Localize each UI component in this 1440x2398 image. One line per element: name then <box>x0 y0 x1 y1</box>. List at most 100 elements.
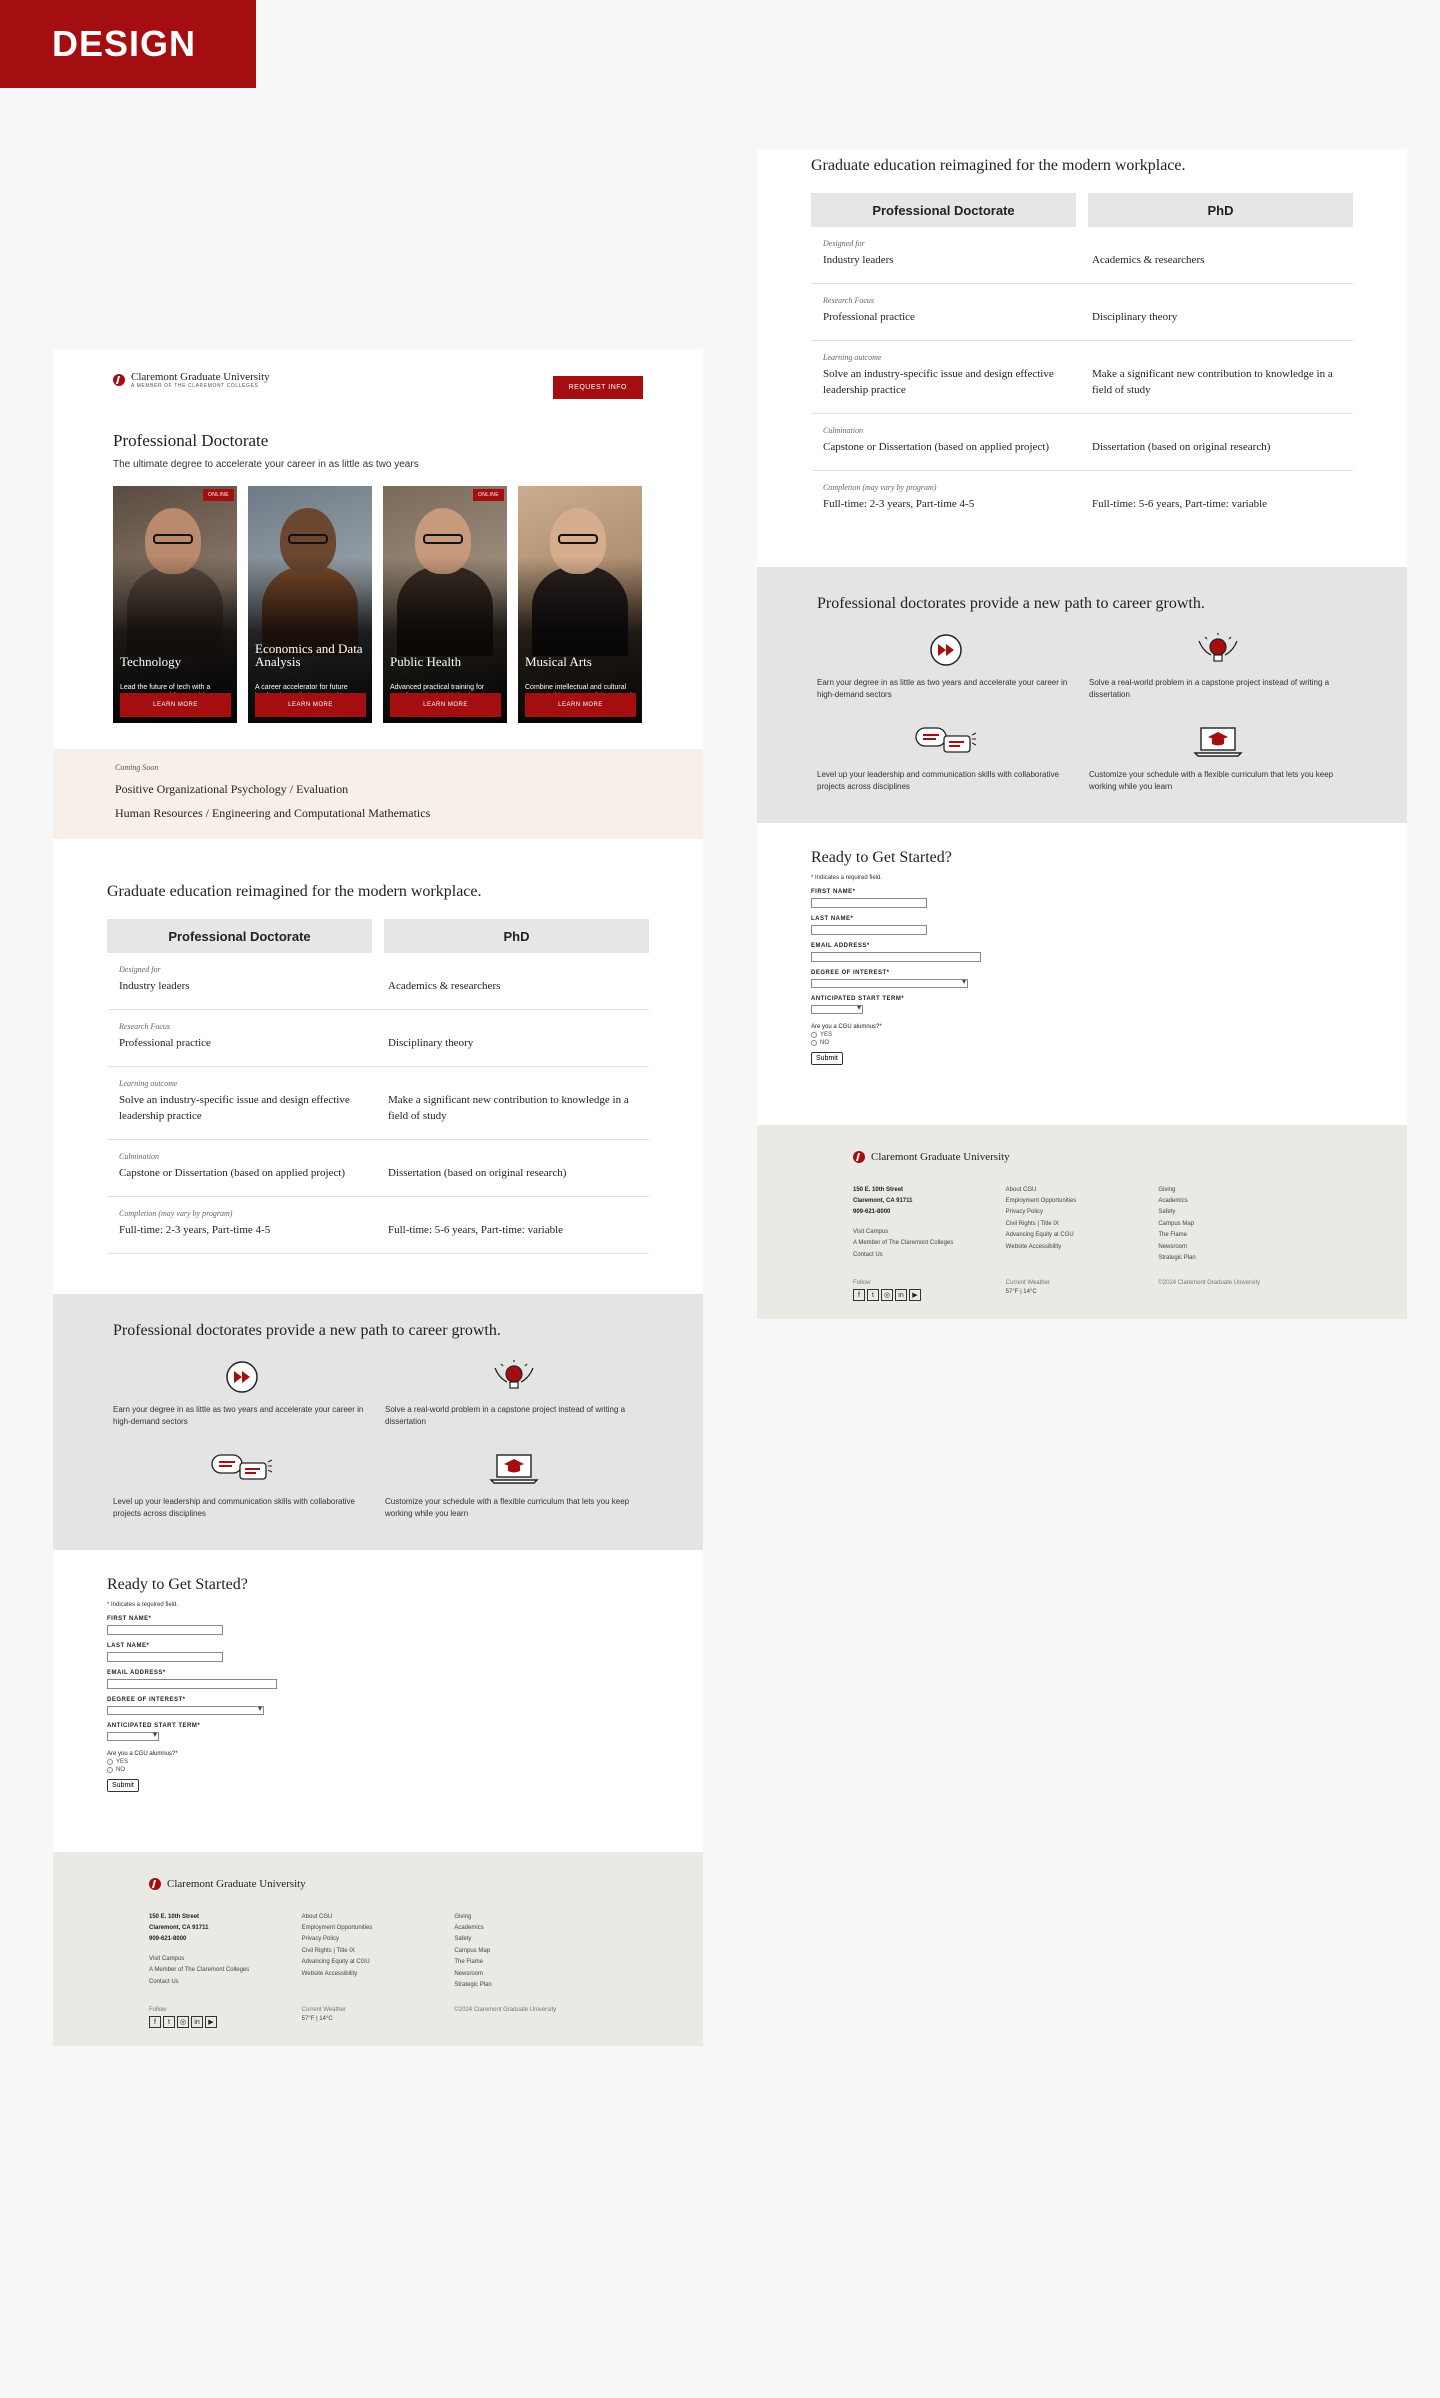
instagram-icon[interactable]: ◎ <box>177 2016 189 2029</box>
footer-link[interactable]: Advancing Equity at CGU <box>302 1957 455 1968</box>
footer-link[interactable]: Strategic Plan <box>454 1980 607 1991</box>
alumnus-question: Are you a CGU alumnus?* <box>811 1023 882 1030</box>
request-info-button[interactable]: REQUEST INFO <box>552 376 643 399</box>
footer-logo[interactable]: Claremont Graduate University <box>853 1150 1311 1163</box>
row-value-b: Disciplinary theory <box>1092 310 1178 323</box>
benefit-item: Customize your schedule with a flexible … <box>385 1450 643 1520</box>
footer-phone[interactable]: 909-621-8000 <box>853 1207 1006 1218</box>
footer-link[interactable]: A Member of The Claremont Colleges <box>853 1238 1006 1249</box>
footer-link[interactable]: Safety <box>454 1934 607 1945</box>
footer-link[interactable]: Newsroom <box>1158 1242 1311 1253</box>
footer-link[interactable]: Safety <box>1158 1207 1311 1218</box>
linkedin-icon[interactable]: in <box>191 2016 203 2029</box>
row-value-a: Professional practice <box>823 310 915 323</box>
email-field[interactable] <box>811 951 981 962</box>
benefit-item: Solve a real-world problem in a capstone… <box>1089 631 1347 701</box>
weather-label: Current Weather <box>301 2007 346 2014</box>
footer-link[interactable]: Contact Us <box>853 1250 1006 1261</box>
footer-link[interactable]: Newsroom <box>454 1969 607 1980</box>
email-field[interactable] <box>107 1678 277 1689</box>
footer-phone[interactable]: 909-621-8000 <box>149 1934 302 1945</box>
column-phd: PhD <box>1088 193 1353 227</box>
row-key: Completion (may vary by program) <box>119 1208 233 1218</box>
page-subtitle: The ultimate degree to accelerate your c… <box>113 459 419 470</box>
start-term-select[interactable] <box>811 1003 863 1014</box>
learn-more-button[interactable]: LEARN MORE <box>255 693 366 717</box>
footer-link[interactable]: Privacy Policy <box>302 1934 455 1945</box>
footer-link[interactable]: Civil Rights | Title IX <box>302 1946 455 1957</box>
footer-link[interactable]: A Member of The Claremont Colleges <box>149 1965 302 1976</box>
benefit-text: Customize your schedule with a flexible … <box>1089 769 1334 791</box>
twitter-icon[interactable]: t <box>163 2016 175 2029</box>
footer-link[interactable]: Visit Campus <box>853 1227 1006 1238</box>
youtube-icon[interactable]: ▶ <box>909 1289 921 1302</box>
facebook-icon[interactable]: f <box>853 1289 865 1302</box>
last-name-field[interactable] <box>107 1651 223 1662</box>
linkedin-icon[interactable]: in <box>895 1289 907 1302</box>
footer-link[interactable]: Contact Us <box>149 1977 302 1988</box>
alumnus-yes-radio[interactable]: YES <box>107 1758 649 1765</box>
degree-select[interactable] <box>107 1704 264 1715</box>
footer-link[interactable]: About CGU <box>1006 1185 1159 1196</box>
footer-link[interactable]: Employment Opportunities <box>1006 1196 1159 1207</box>
footer-link[interactable]: Campus Map <box>454 1946 607 1957</box>
footer-logo-name: Claremont Graduate University <box>167 1877 306 1890</box>
footer-link[interactable]: Campus Map <box>1158 1219 1311 1230</box>
footer-link[interactable]: Visit Campus <box>149 1954 302 1965</box>
first-name-field[interactable] <box>811 897 927 908</box>
degree-select[interactable] <box>811 977 968 988</box>
logo-name: Claremont Graduate University <box>131 371 270 383</box>
learn-more-button[interactable]: LEARN MORE <box>390 693 501 717</box>
footer-link[interactable]: Website Accessibility <box>1006 1242 1159 1253</box>
program-card-musical-arts[interactable]: Musical Arts Combine intellectual and cu… <box>518 486 642 723</box>
instagram-icon[interactable]: ◎ <box>881 1289 893 1302</box>
first-name-field[interactable] <box>107 1624 223 1635</box>
footer-link[interactable]: Strategic Plan <box>1158 1253 1311 1264</box>
program-card-economics[interactable]: Economics and Data Analysis A career acc… <box>248 486 372 723</box>
youtube-icon[interactable]: ▶ <box>205 2016 217 2029</box>
learn-more-button[interactable]: LEARN MORE <box>525 693 636 717</box>
comparison-title: Graduate education reimagined for the mo… <box>811 157 1186 174</box>
footer-link[interactable]: Website Accessibility <box>302 1969 455 1980</box>
program-card-technology[interactable]: ONLINE Technology Lead the future of tec… <box>113 486 237 723</box>
benefits-section: Professional doctorates provide a new pa… <box>757 566 1407 823</box>
alumnus-yes-radio[interactable]: YES <box>811 1031 1353 1038</box>
comparison-header: Professional Doctorate PhD <box>107 919 649 953</box>
site-logo[interactable]: Claremont Graduate University A MEMBER O… <box>113 371 270 389</box>
row-key: Learning outcome <box>823 352 882 362</box>
no-label: NO <box>820 1039 829 1046</box>
submit-button[interactable]: Submit <box>811 1051 843 1065</box>
program-card-public-health[interactable]: ONLINE Public Health Advanced practical … <box>383 486 507 723</box>
footer-link[interactable]: Privacy Policy <box>1006 1207 1159 1218</box>
start-term-select[interactable] <box>107 1730 159 1741</box>
learn-more-button[interactable]: LEARN MORE <box>120 693 231 717</box>
comparison-header: Professional Doctorate PhD <box>811 193 1353 227</box>
table-row: Culmination Capstone or Dissertation (bas… <box>811 414 1353 471</box>
facebook-icon[interactable]: f <box>149 2016 161 2029</box>
alumnus-no-radio[interactable]: NO <box>107 1766 649 1773</box>
footer-link[interactable]: About CGU <box>302 1912 455 1923</box>
partial-page-mockup: Graduate education reimagined for the mo… <box>757 149 1407 1320</box>
follow-label: Follow <box>853 1280 871 1287</box>
benefits-title: Professional doctorates provide a new pa… <box>817 594 1205 612</box>
footer-link[interactable]: The Flame <box>1158 1230 1311 1241</box>
footer-link[interactable]: Giving <box>454 1912 607 1923</box>
footer-link[interactable]: Giving <box>1158 1185 1311 1196</box>
footer-link[interactable]: Civil Rights | Title IX <box>1006 1219 1159 1230</box>
footer-link[interactable]: Academics <box>454 1923 607 1934</box>
footer-link[interactable]: Employment Opportunities <box>302 1923 455 1934</box>
required-note: * Indicates a required field. <box>811 874 883 881</box>
footer-link[interactable]: Advancing Equity at CGU <box>1006 1230 1159 1241</box>
last-name-field[interactable] <box>811 924 927 935</box>
twitter-icon[interactable]: t <box>867 1289 879 1302</box>
footer-link[interactable]: Academics <box>1158 1196 1311 1207</box>
footer-link[interactable]: The Flame <box>454 1957 607 1968</box>
form-title: Ready to Get Started? <box>107 1575 248 1593</box>
submit-button[interactable]: Submit <box>107 1778 139 1792</box>
alumnus-no-radio[interactable]: NO <box>811 1039 1353 1046</box>
coming-soon-section: Coming Soon Positive Organizational Psyc… <box>53 749 703 839</box>
row-value-b: Dissertation (based on original research… <box>1092 440 1271 453</box>
row-value-b: Academics & researchers <box>388 980 501 992</box>
footer-logo[interactable]: Claremont Graduate University <box>149 1877 607 1890</box>
full-page-mockup: Claremont Graduate University A MEMBER O… <box>53 349 703 2047</box>
